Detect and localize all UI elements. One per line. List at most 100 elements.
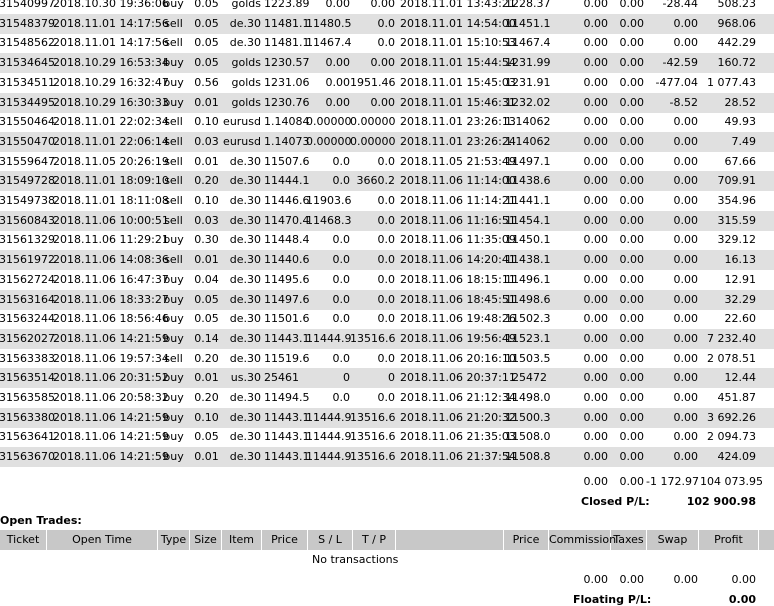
- close-time-cell: 2018.11.01 13:43:21: [400, 0, 516, 10]
- close-price-cell: 11523.1: [505, 331, 551, 345]
- type-cell: buy: [163, 292, 184, 306]
- commission-cell: 0.00: [583, 410, 609, 424]
- type-cell: buy: [163, 233, 184, 247]
- taxes-cell: 0.00: [619, 410, 645, 424]
- sl-cell: 11480.5: [306, 16, 352, 30]
- open-time-cell: 2018.11.06 11:29:21: [53, 233, 169, 247]
- tp-cell: 3660.2: [356, 174, 396, 188]
- close-price-cell: 25472: [512, 371, 547, 385]
- header-commission: Commission: [549, 530, 616, 550]
- taxes-cell: 0.00: [619, 371, 645, 385]
- type-cell: sell: [164, 253, 183, 267]
- open-price-cell: 1230.76: [264, 95, 310, 109]
- trade-row: 31563514 2018.11.06 20:31:52 buy 0.01 us.30 2…: [0, 368, 774, 389]
- profit-cell: 451.87: [717, 391, 757, 404]
- close-time-cell: 2018.11.01 23:26:13: [400, 115, 516, 129]
- tp-cell: 0.0: [377, 233, 396, 247]
- commission-cell: 0.00: [583, 115, 609, 129]
- profit-cell: 2 094.73: [707, 430, 756, 444]
- taxes-cell: 0.00: [619, 56, 645, 70]
- size-cell: 0.30: [194, 233, 219, 247]
- no-transactions-text: No transactions: [312, 553, 399, 566]
- sl-cell: 0.0: [332, 272, 351, 286]
- type-cell: sell: [164, 194, 183, 207]
- swap-cell: 0.00: [673, 213, 699, 227]
- close-time-cell: 2018.11.06 21:37:54: [400, 450, 516, 464]
- tp-cell: 0.00: [370, 56, 396, 70]
- close-time-cell: 2018.11.01 15:44:54: [400, 56, 516, 70]
- open-time-cell: 2018.11.01 14:17:56: [53, 16, 169, 30]
- size-cell: 0.05: [194, 16, 219, 30]
- total-taxes: 0.00: [619, 475, 645, 488]
- tp-cell: 0: [388, 371, 395, 385]
- ticket-cell: 31563641: [0, 430, 55, 444]
- size-cell: 0.20: [194, 351, 219, 365]
- taxes-cell: 0.00: [619, 95, 645, 109]
- open-price-cell: 11443.1: [264, 450, 310, 464]
- sl-cell: 11444.9: [306, 410, 352, 424]
- taxes-cell: 0.00: [619, 115, 645, 129]
- tp-cell: 13516.6: [350, 331, 396, 345]
- taxes-cell: 0.00: [619, 16, 645, 30]
- taxes-cell: 0.00: [619, 36, 645, 50]
- header-close-price: Price: [504, 530, 549, 550]
- size-cell: 0.10: [194, 115, 219, 129]
- floating-pl-label: Floating P/L:: [573, 593, 652, 606]
- trade-row: 31540997 2018.10.30 19:36:06 buy 0.05 golds 1…: [0, 0, 774, 14]
- header-item: Item: [222, 530, 262, 550]
- commission-cell: 0.00: [583, 16, 609, 30]
- profit-cell: 160.72: [717, 56, 757, 70]
- ticket-cell: 31563585: [0, 391, 55, 404]
- open-trades-title: Open Trades:: [0, 514, 82, 527]
- swap-cell: -28.44: [662, 0, 698, 10]
- taxes-cell: 0.00: [619, 312, 645, 326]
- open-time-cell: 2018.11.06 18:33:27: [53, 292, 169, 306]
- header-profit: Profit: [699, 530, 759, 550]
- open-price-cell: 11495.6: [264, 272, 310, 286]
- commission-cell: 0.00: [583, 292, 609, 306]
- tp-cell: 0.0: [377, 16, 396, 30]
- close-time-cell: 2018.11.06 11:16:51: [400, 213, 516, 227]
- close-price-cell: 1231.91: [505, 75, 551, 89]
- swap-cell: -8.52: [669, 95, 698, 109]
- type-cell: buy: [163, 0, 184, 10]
- swap-cell: 0.00: [673, 331, 699, 345]
- taxes-cell: 0.00: [619, 194, 645, 207]
- close-price-cell: 11503.5: [505, 351, 551, 365]
- tp-cell: 0.0: [377, 292, 396, 306]
- ticket-cell: 31561972: [0, 253, 55, 267]
- commission-cell: 0.00: [583, 430, 609, 444]
- close-price-cell: 11467.4: [505, 36, 551, 50]
- close-price-cell: 11502.3: [505, 312, 551, 326]
- taxes-cell: 0.00: [619, 233, 645, 247]
- open-time-cell: 2018.11.06 20:58:32: [53, 391, 169, 404]
- taxes-cell: 0.00: [619, 292, 645, 306]
- ticket-cell: 31563670: [0, 450, 55, 464]
- close-time-cell: 2018.11.06 21:35:03: [400, 430, 516, 444]
- size-cell: 0.05: [194, 292, 219, 306]
- trade-row: 31550464 2018.11.01 22:02:34 sell 0.10 eurus…: [0, 112, 774, 132]
- taxes-cell: 0.00: [619, 0, 645, 10]
- close-time-cell: 2018.11.05 21:53:49: [400, 154, 516, 168]
- open-time-cell: 2018.10.29 16:53:34: [53, 56, 169, 70]
- open-price-cell: 11448.4: [264, 233, 310, 247]
- profit-cell: 709.91: [717, 174, 757, 188]
- open-total-swap: 0.00: [673, 573, 699, 586]
- close-time-cell: 2018.11.01 15:10:53: [400, 36, 516, 50]
- trade-row: 31562027 2018.11.06 14:21:59 buy 0.14 de.30 1…: [0, 328, 774, 349]
- sl-cell: 0: [343, 371, 350, 385]
- commission-cell: 0.00: [583, 194, 609, 207]
- type-cell: sell: [164, 174, 183, 188]
- ticket-cell: 31534511: [0, 75, 55, 89]
- sl-cell: 0.0: [332, 292, 351, 306]
- close-time-cell: 2018.11.06 11:35:09: [400, 233, 516, 247]
- sl-cell: 0.00: [325, 56, 351, 70]
- item-cell: eurusd: [223, 134, 261, 148]
- close-time-cell: 2018.11.06 14:20:41: [400, 253, 516, 267]
- open-time-cell: 2018.11.01 14:17:56: [53, 36, 169, 50]
- item-cell: de.30: [229, 194, 261, 207]
- open-price-cell: 11501.6: [264, 312, 310, 326]
- profit-cell: 7 232.40: [707, 331, 756, 345]
- commission-cell: 0.00: [583, 253, 609, 267]
- open-time-cell: 2018.11.05 20:26:19: [53, 154, 169, 168]
